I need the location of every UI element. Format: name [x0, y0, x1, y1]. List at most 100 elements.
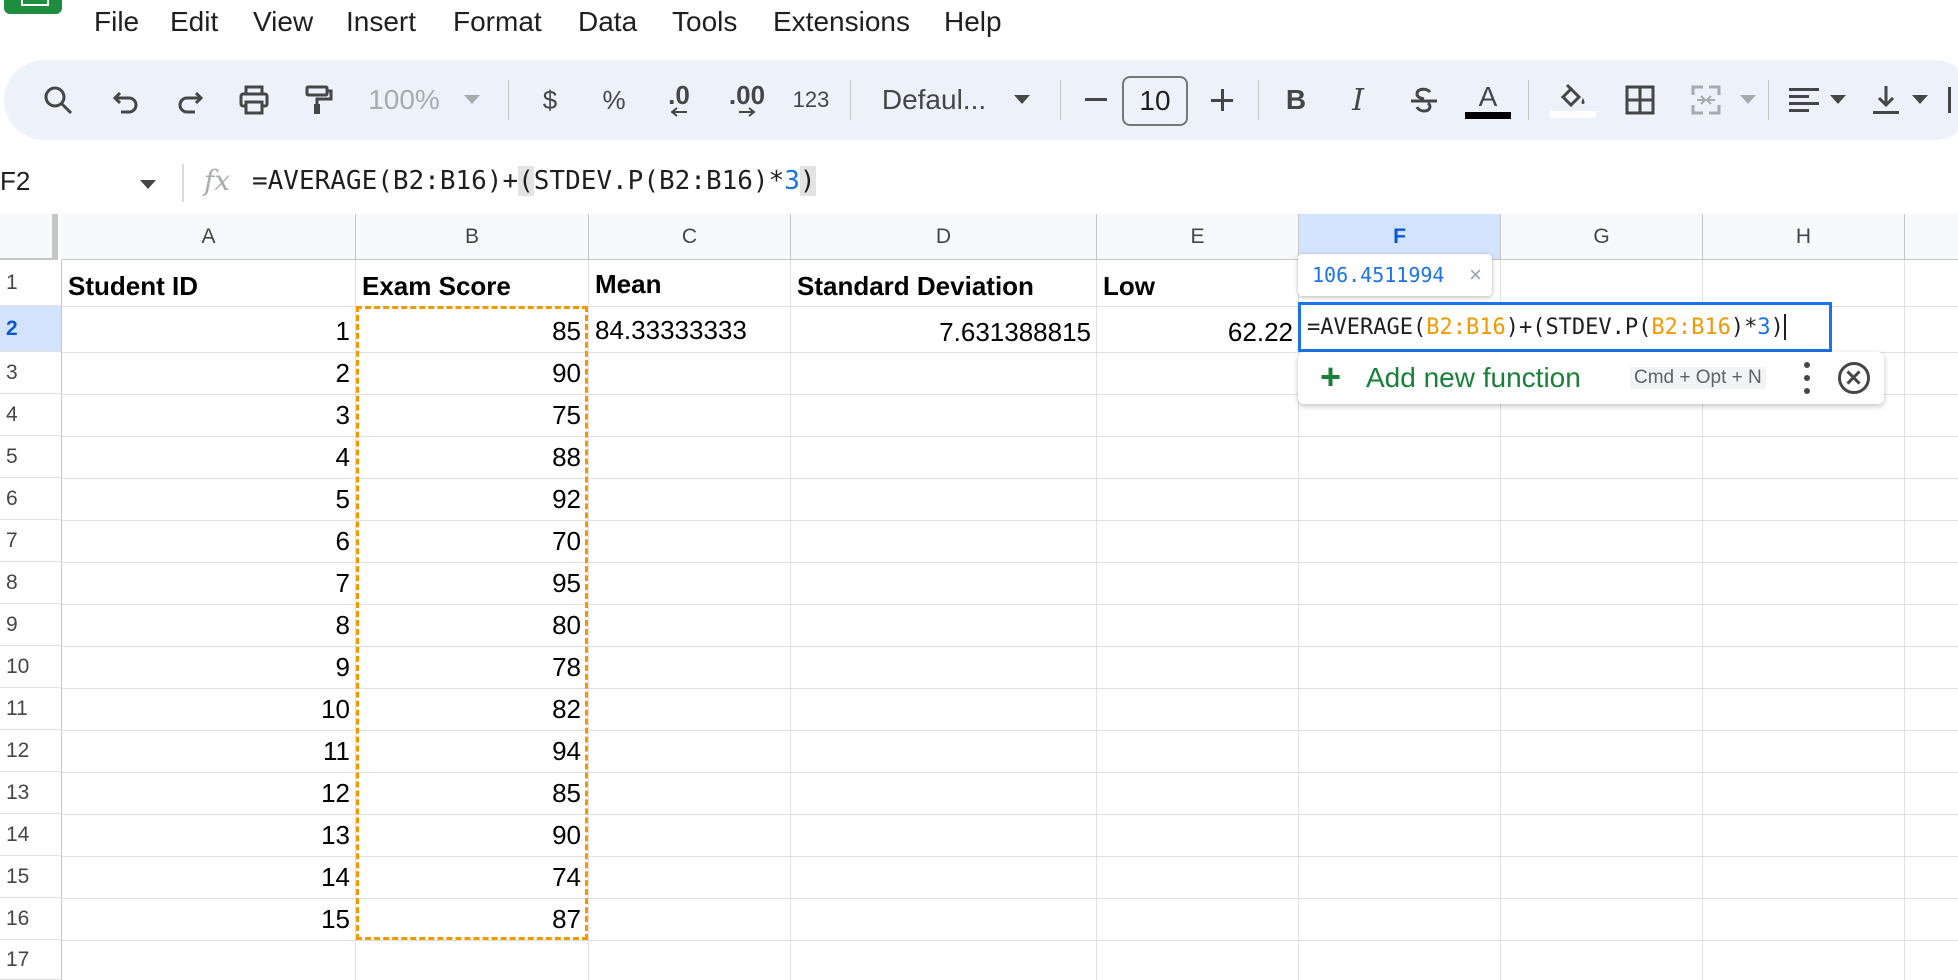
- cell-a11[interactable]: 10: [62, 688, 356, 730]
- cell-b1[interactable]: Exam Score: [356, 266, 589, 306]
- cell-a3[interactable]: 2: [62, 352, 356, 394]
- more-formats-button[interactable]: 123: [786, 60, 836, 140]
- close-circle-icon[interactable]: [1838, 362, 1870, 394]
- column-header-next[interactable]: [1905, 214, 1958, 260]
- cell-a16[interactable]: 15: [62, 898, 356, 940]
- cell-a14[interactable]: 13: [62, 814, 356, 856]
- merge-dropdown-icon[interactable]: [1736, 60, 1760, 140]
- close-preview-icon[interactable]: ×: [1469, 262, 1482, 288]
- column-header-b[interactable]: B: [356, 214, 589, 260]
- redo-icon[interactable]: [166, 60, 214, 140]
- row-header-12[interactable]: 12: [0, 730, 62, 772]
- row-header-10[interactable]: 10: [0, 646, 62, 688]
- zoom-dropdown-icon[interactable]: [460, 60, 484, 140]
- increase-decimal-button[interactable]: .00: [722, 60, 772, 140]
- menu-edit[interactable]: Edit: [170, 6, 218, 38]
- cell-a8[interactable]: 7: [62, 562, 356, 604]
- font-family-select[interactable]: Defaul...: [874, 60, 994, 140]
- cell-b14[interactable]: 90: [356, 814, 589, 856]
- text-wrap-icon[interactable]: [1944, 60, 1958, 140]
- cell-c1[interactable]: Mean: [589, 264, 791, 304]
- plus-icon[interactable]: +: [1320, 356, 1341, 398]
- paint-format-icon[interactable]: [294, 60, 342, 140]
- format-percent-button[interactable]: %: [594, 60, 634, 140]
- cell-a6[interactable]: 5: [62, 478, 356, 520]
- cell-b9[interactable]: 80: [356, 604, 589, 646]
- cell-a9[interactable]: 8: [62, 604, 356, 646]
- row-header-4[interactable]: 4: [0, 394, 62, 436]
- menu-file[interactable]: File: [94, 6, 139, 38]
- row-header-17[interactable]: 17: [0, 940, 62, 980]
- row-header-16[interactable]: 16: [0, 898, 62, 940]
- menu-data[interactable]: Data: [578, 6, 637, 38]
- column-header-a[interactable]: A: [62, 214, 356, 260]
- fill-color-button[interactable]: [1548, 60, 1598, 140]
- row-header-2[interactable]: 2: [0, 306, 62, 352]
- cell-b2[interactable]: 85: [356, 310, 589, 352]
- cell-a13[interactable]: 12: [62, 772, 356, 814]
- select-all-corner[interactable]: [0, 214, 58, 264]
- cell-b7[interactable]: 70: [356, 520, 589, 562]
- font-dropdown-icon[interactable]: [1010, 60, 1034, 140]
- row-header-14[interactable]: 14: [0, 814, 62, 856]
- cell-b13[interactable]: 85: [356, 772, 589, 814]
- decrease-decimal-button[interactable]: .0: [656, 60, 702, 140]
- cell-a2[interactable]: 1: [62, 310, 356, 352]
- column-header-d[interactable]: D: [791, 214, 1097, 260]
- more-options-icon[interactable]: [1804, 362, 1810, 394]
- cell-d2[interactable]: 7.631388815: [791, 310, 1097, 354]
- row-header-3[interactable]: 3: [0, 352, 62, 394]
- name-box[interactable]: F2: [0, 166, 30, 197]
- bold-button[interactable]: B: [1276, 60, 1316, 140]
- menu-help[interactable]: Help: [944, 6, 1002, 38]
- cell-d1[interactable]: Standard Deviation: [791, 266, 1097, 306]
- row-header-9[interactable]: 9: [0, 604, 62, 646]
- print-icon[interactable]: [230, 60, 278, 140]
- valign-dropdown-icon[interactable]: [1908, 60, 1932, 140]
- cell-b12[interactable]: 94: [356, 730, 589, 772]
- increase-font-size-icon[interactable]: [1202, 60, 1242, 140]
- menu-tools[interactable]: Tools: [672, 6, 737, 38]
- vertical-align-icon[interactable]: [1866, 60, 1906, 140]
- strikethrough-icon[interactable]: [1402, 60, 1446, 140]
- cell-b5[interactable]: 88: [356, 436, 589, 478]
- cell-b6[interactable]: 92: [356, 478, 589, 520]
- text-color-button[interactable]: A: [1464, 60, 1512, 140]
- menu-view[interactable]: View: [253, 6, 313, 38]
- name-box-dropdown-icon[interactable]: [140, 180, 156, 189]
- row-header-15[interactable]: 15: [0, 856, 62, 898]
- cell-editor-f2[interactable]: =AVERAGE(B2:B16)+(STDEV.P(B2:B16)* 3): [1298, 302, 1832, 352]
- borders-icon[interactable]: [1618, 60, 1662, 140]
- sheets-logo-icon[interactable]: [4, 0, 62, 14]
- menu-format[interactable]: Format: [453, 6, 542, 38]
- cell-a12[interactable]: 11: [62, 730, 356, 772]
- row-header-1[interactable]: 1: [0, 260, 62, 306]
- cell-b15[interactable]: 74: [356, 856, 589, 898]
- decrease-font-size-icon[interactable]: [1076, 60, 1116, 140]
- row-header-8[interactable]: 8: [0, 562, 62, 604]
- zoom-value[interactable]: 100%: [362, 60, 446, 140]
- cell-e2[interactable]: 62.22: [1097, 310, 1299, 354]
- row-header-6[interactable]: 6: [0, 478, 62, 520]
- column-header-c[interactable]: C: [589, 214, 791, 260]
- menu-insert[interactable]: Insert: [346, 6, 416, 38]
- cell-b11[interactable]: 82: [356, 688, 589, 730]
- cell-a7[interactable]: 6: [62, 520, 356, 562]
- search-menus-icon[interactable]: [34, 60, 82, 140]
- horizontal-align-icon[interactable]: [1784, 60, 1824, 140]
- cell-b16[interactable]: 87: [356, 898, 589, 940]
- cell-a1[interactable]: Student ID: [62, 266, 356, 306]
- column-header-g[interactable]: G: [1501, 214, 1703, 260]
- cell-b8[interactable]: 95: [356, 562, 589, 604]
- cell-b3[interactable]: 90: [356, 352, 589, 394]
- format-currency-button[interactable]: $: [530, 60, 570, 140]
- row-header-5[interactable]: 5: [0, 436, 62, 478]
- row-header-7[interactable]: 7: [0, 520, 62, 562]
- column-header-h[interactable]: H: [1703, 214, 1905, 260]
- row-header-11[interactable]: 11: [0, 688, 62, 730]
- menu-extensions[interactable]: Extensions: [773, 6, 910, 38]
- formula-input[interactable]: =AVERAGE(B2:B16)+(STDEV.P(B2:B16)*3): [252, 166, 816, 196]
- cell-b4[interactable]: 75: [356, 394, 589, 436]
- cell-a10[interactable]: 9: [62, 646, 356, 688]
- cell-a15[interactable]: 14: [62, 856, 356, 898]
